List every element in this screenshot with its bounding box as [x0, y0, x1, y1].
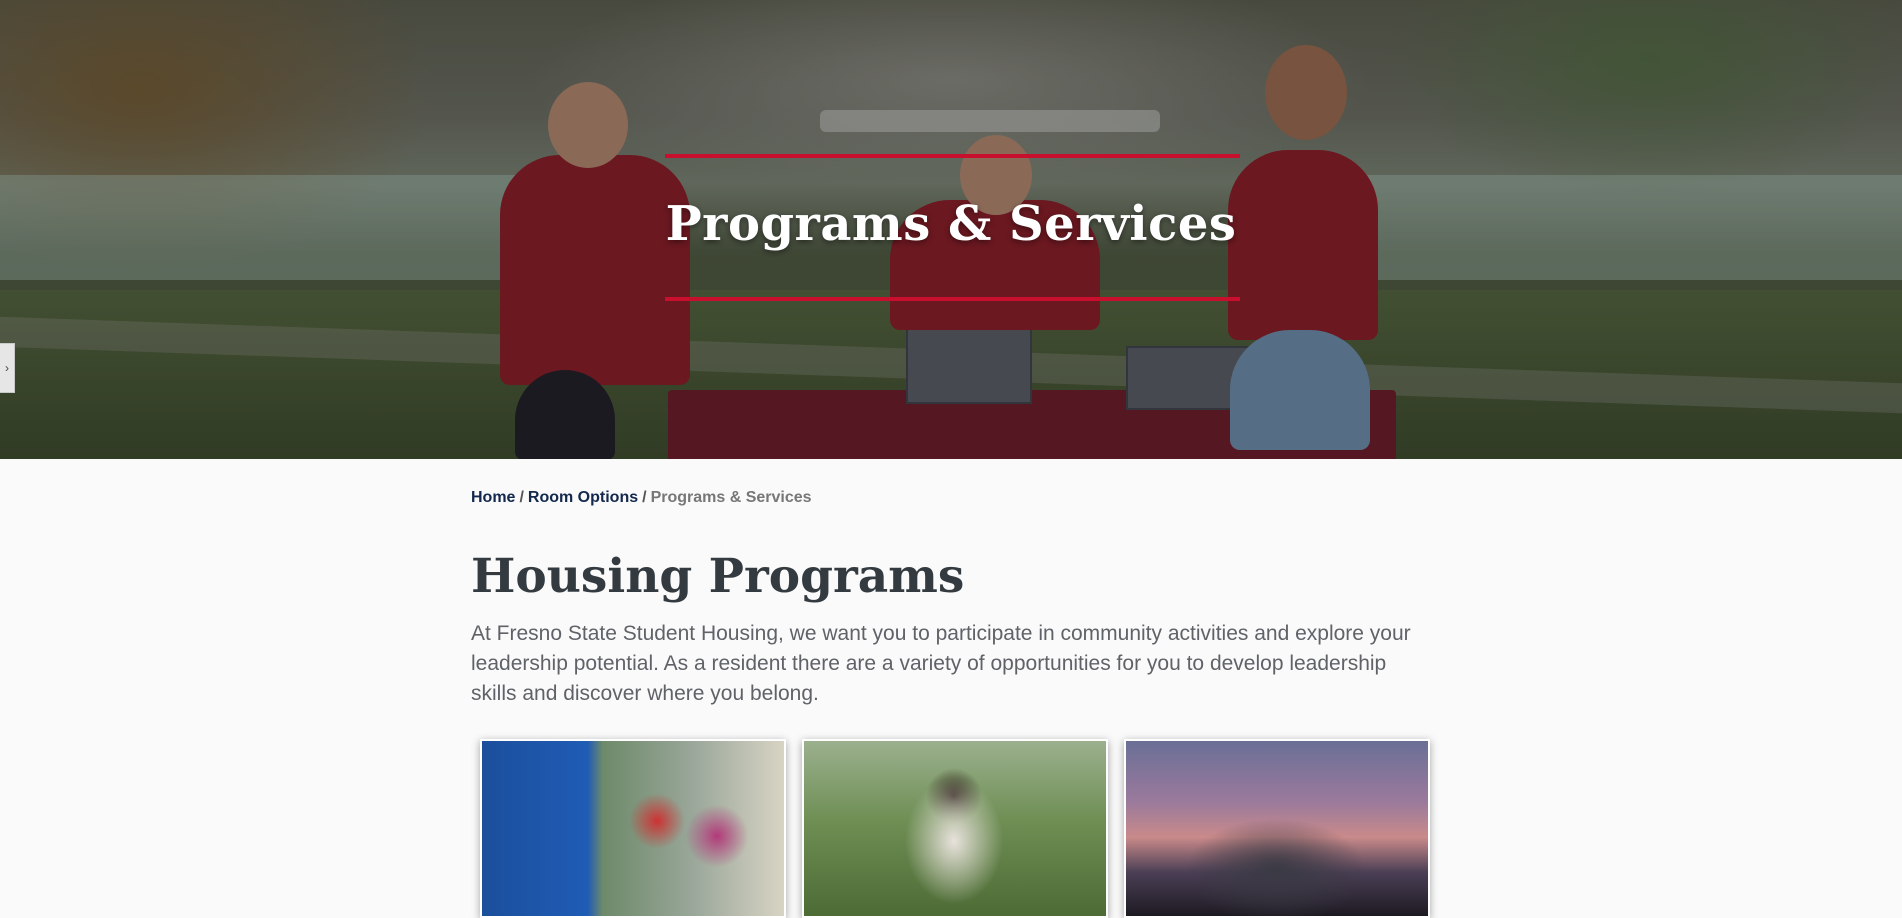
program-card-1[interactable] [480, 739, 786, 918]
hero-title-rule-bottom [665, 297, 1240, 301]
breadcrumb-home-link[interactable]: Home [471, 489, 515, 506]
breadcrumb-separator: / [519, 489, 524, 506]
hero-banner: Programs & Services [0, 0, 1902, 459]
side-panel-toggle[interactable]: › [0, 343, 15, 393]
page-title: Housing Programs [471, 549, 965, 604]
breadcrumb-room-options-link[interactable]: Room Options [528, 489, 638, 506]
breadcrumb-current: Programs & Services [650, 489, 812, 506]
hero-title: Programs & Services [665, 196, 1237, 252]
program-card-3[interactable] [1124, 739, 1430, 918]
breadcrumb-separator: / [642, 489, 647, 506]
program-cards [480, 739, 1430, 918]
breadcrumb: Home / Room Options / Programs & Services [471, 489, 1431, 507]
intro-paragraph: At Fresno State Student Housing, we want… [471, 621, 1411, 705]
chevron-right-icon: › [5, 361, 9, 375]
program-card-2[interactable] [802, 739, 1108, 918]
main-content: Home / Room Options / Programs & Services Ho… [471, 459, 1431, 918]
hero-title-rule-top [665, 154, 1240, 158]
